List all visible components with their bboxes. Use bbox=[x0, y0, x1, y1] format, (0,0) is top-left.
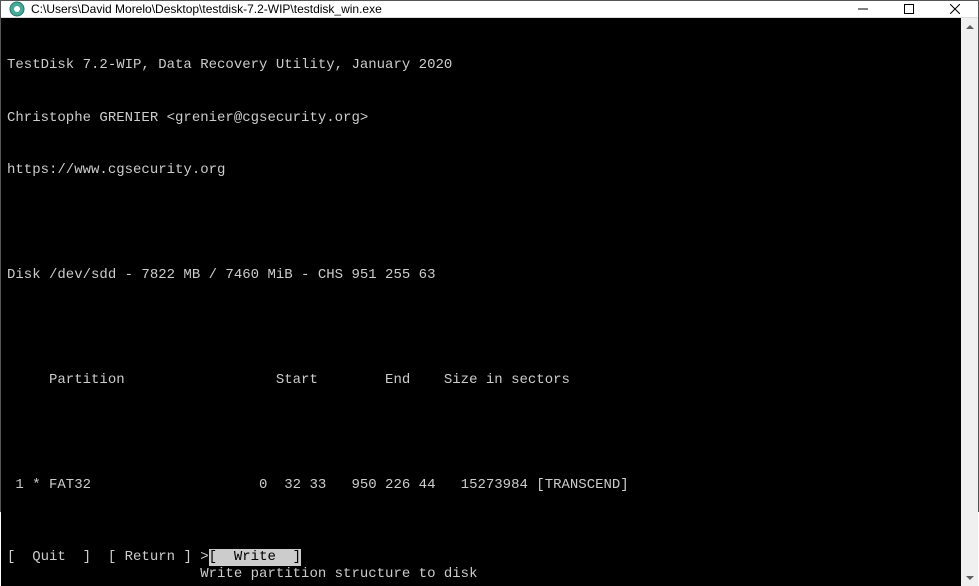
menu-description: Write partition structure to disk bbox=[7, 566, 477, 584]
content-area: TestDisk 7.2-WIP, Data Recovery Utility,… bbox=[1, 18, 978, 586]
terminal[interactable]: TestDisk 7.2-WIP, Data Recovery Utility,… bbox=[1, 18, 961, 586]
blank-line bbox=[7, 215, 955, 233]
maximize-button[interactable] bbox=[886, 1, 932, 17]
partition-row: 1 * FAT32 0 32 33 950 226 44 15273984 [T… bbox=[7, 477, 955, 495]
menu-cursor: > bbox=[200, 549, 208, 567]
app-header-line: TestDisk 7.2-WIP, Data Recovery Utility,… bbox=[7, 57, 955, 75]
disk-info-line: Disk /dev/sdd - 7822 MB / 7460 MiB - CHS… bbox=[7, 267, 955, 285]
url-line: https://www.cgsecurity.org bbox=[7, 162, 955, 180]
author-line: Christophe GRENIER <grenier@cgsecurity.o… bbox=[7, 110, 955, 128]
close-button[interactable] bbox=[932, 1, 978, 17]
titlebar: C:\Users\David Morelo\Desktop\testdisk-7… bbox=[1, 1, 978, 18]
scroll-up-button[interactable] bbox=[961, 18, 978, 35]
blank-line bbox=[7, 320, 955, 338]
app-window: C:\Users\David Morelo\Desktop\testdisk-7… bbox=[0, 0, 979, 512]
menu-quit[interactable]: [ Quit ] bbox=[7, 549, 108, 567]
menu-row: [ Quit ] [ Return ] >[ Write ] bbox=[7, 549, 301, 567]
blank-line bbox=[7, 425, 955, 443]
menu-return[interactable]: [ Return ] bbox=[108, 549, 200, 567]
app-icon bbox=[9, 1, 25, 17]
window-controls bbox=[840, 1, 978, 17]
window-title: C:\Users\David Morelo\Desktop\testdisk-7… bbox=[31, 2, 840, 16]
vertical-scrollbar[interactable] bbox=[961, 18, 978, 586]
scroll-down-button[interactable] bbox=[961, 569, 978, 586]
minimize-button[interactable] bbox=[840, 1, 886, 17]
menu-write[interactable]: [ Write ] bbox=[209, 549, 301, 567]
partition-table-header: Partition Start End Size in sectors bbox=[7, 372, 955, 390]
